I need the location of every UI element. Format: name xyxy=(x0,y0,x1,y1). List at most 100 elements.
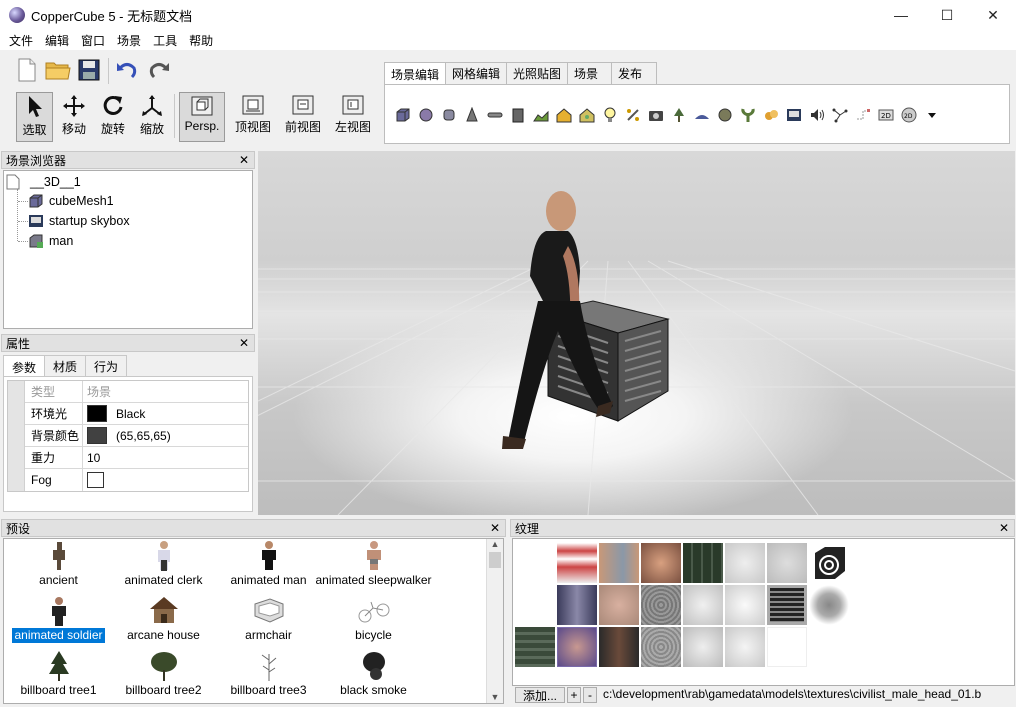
undo-button[interactable] xyxy=(113,56,141,84)
rotate-tool-button[interactable]: 旋转 xyxy=(95,92,131,142)
add-skybox-icon[interactable] xyxy=(784,105,803,124)
add-3d-icon[interactable]: 2D xyxy=(899,105,918,124)
background-color-swatch[interactable] xyxy=(87,427,107,444)
texture-thumb[interactable] xyxy=(641,627,681,667)
tab-scene-edit[interactable]: 场景编辑 xyxy=(384,62,447,85)
new-file-button[interactable] xyxy=(13,56,41,84)
menu-help[interactable]: 帮助 xyxy=(183,32,219,49)
menu-tools[interactable]: 工具 xyxy=(147,32,183,49)
add-cylinder-icon[interactable] xyxy=(439,105,458,124)
tab-lightmap[interactable]: 光照贴图 xyxy=(506,62,569,84)
presets-close-button[interactable]: ✕ xyxy=(490,521,500,535)
texture-thumb[interactable] xyxy=(683,585,723,625)
scroll-thumb[interactable] xyxy=(489,552,501,568)
menu-file[interactable]: 文件 xyxy=(3,32,39,49)
tab-parameters[interactable]: 参数 xyxy=(3,355,46,378)
texture-thumb[interactable] xyxy=(725,543,765,583)
texture-thumb[interactable] xyxy=(725,585,765,625)
texture-thumb[interactable] xyxy=(515,627,555,667)
add-cone-icon[interactable] xyxy=(462,105,481,124)
textures-close-button[interactable]: ✕ xyxy=(999,521,1009,535)
tab-material[interactable]: 材质 xyxy=(44,355,87,377)
add-plane-icon[interactable] xyxy=(485,105,504,124)
preset-item-billboard-tree3[interactable]: billboard tree3 xyxy=(216,649,321,701)
texture-thumb[interactable] xyxy=(557,543,597,583)
maximize-button[interactable]: ☐ xyxy=(924,0,970,30)
texture-thumb[interactable] xyxy=(809,585,849,625)
tab-publish[interactable]: 发布 xyxy=(611,62,658,84)
preset-item-ancient[interactable]: ancient xyxy=(6,539,111,591)
add-house-light-icon[interactable] xyxy=(577,105,596,124)
texture-thumb[interactable] xyxy=(641,543,681,583)
texture-thumb[interactable] xyxy=(683,627,723,667)
texture-thumb[interactable] xyxy=(599,627,639,667)
add-connector-icon[interactable] xyxy=(853,105,872,124)
add-particle-icon[interactable] xyxy=(623,105,642,124)
property-row-background[interactable]: 背景颜色 (65,65,65) xyxy=(8,424,248,447)
view-front-button[interactable]: 前视图 xyxy=(282,92,324,142)
texture-thumb[interactable] xyxy=(557,627,597,667)
preset-item-animated-clerk[interactable]: animated clerk xyxy=(111,539,216,591)
view-top-button[interactable]: 顶视图 xyxy=(232,92,274,142)
plus-button[interactable]: + xyxy=(567,687,581,703)
tab-mesh-edit[interactable]: 网格编辑 xyxy=(445,62,508,84)
view-left-button[interactable]: 左视图 xyxy=(332,92,374,142)
select-tool-button[interactable]: 选取 xyxy=(16,92,53,142)
redo-button[interactable] xyxy=(145,56,173,84)
scene-browser-close-button[interactable]: ✕ xyxy=(239,153,249,167)
add-cube-icon[interactable] xyxy=(393,105,412,124)
texture-thumb[interactable] xyxy=(767,627,807,667)
ambient-color-swatch[interactable] xyxy=(87,405,107,422)
add-water-icon[interactable] xyxy=(692,105,711,124)
texture-thumb[interactable] xyxy=(725,627,765,667)
add-path-icon[interactable] xyxy=(830,105,849,124)
add-sound-blob-icon[interactable] xyxy=(761,105,780,124)
add-texture-button[interactable]: 添加... xyxy=(515,687,565,703)
menu-edit[interactable]: 编辑 xyxy=(39,32,75,49)
save-file-button[interactable] xyxy=(75,56,103,84)
add-terrain-icon[interactable] xyxy=(531,105,550,124)
3d-viewport[interactable] xyxy=(258,151,1015,515)
texture-thumb[interactable] xyxy=(515,585,555,625)
tree-item-cubemesh[interactable]: cubeMesh1 xyxy=(28,191,114,211)
minimize-button[interactable]: — xyxy=(878,0,924,30)
property-row-gravity[interactable]: 重力 10 xyxy=(8,446,248,469)
scroll-down-icon[interactable]: ▼ xyxy=(487,692,503,702)
texture-thumb[interactable] xyxy=(767,585,807,625)
tree-item-skybox[interactable]: startup skybox xyxy=(28,211,130,231)
fog-checkbox[interactable] xyxy=(87,472,104,488)
preset-item-black-smoke[interactable]: black smoke xyxy=(321,649,426,701)
texture-thumb[interactable] xyxy=(683,543,723,583)
tree-item-man[interactable]: man xyxy=(28,231,73,251)
open-file-button[interactable] xyxy=(44,56,72,84)
add-sphere-icon[interactable] xyxy=(416,105,435,124)
tree-root[interactable]: __3D__1 xyxy=(6,172,81,192)
texture-thumb[interactable] xyxy=(767,543,807,583)
view-perspective-button[interactable]: Persp. xyxy=(179,92,225,142)
add-plant-icon[interactable] xyxy=(738,105,757,124)
tab-scene[interactable]: 场景 xyxy=(567,62,613,84)
preset-item-bicycle[interactable]: bicycle xyxy=(321,594,426,646)
properties-close-button[interactable]: ✕ xyxy=(239,336,249,350)
add-overlay-2d-icon[interactable]: 2D xyxy=(876,105,895,124)
close-button[interactable]: ✕ xyxy=(970,0,1016,30)
preset-item-animated-soldier[interactable]: animated soldier xyxy=(6,594,111,646)
preset-item-billboard-tree1[interactable]: billboard tree1 xyxy=(6,649,111,701)
preset-item-arcane-house[interactable]: arcane house xyxy=(111,594,216,646)
add-tree-icon[interactable] xyxy=(669,105,688,124)
presets-scrollbar[interactable]: ▲ ▼ xyxy=(486,539,503,703)
add-speaker-icon[interactable] xyxy=(807,105,826,124)
property-row-fog[interactable]: Fog xyxy=(8,469,248,491)
menu-scene[interactable]: 场景 xyxy=(111,32,147,49)
scroll-up-icon[interactable]: ▲ xyxy=(487,539,503,549)
texture-thumb[interactable] xyxy=(641,585,681,625)
preset-item-animated-man[interactable]: animated man xyxy=(216,539,321,591)
menu-window[interactable]: 窗口 xyxy=(75,32,111,49)
preset-item-animated-sleepwalker[interactable]: animated sleepwalker xyxy=(315,539,432,591)
property-row-ambient[interactable]: 环境光 Black xyxy=(8,402,248,425)
texture-thumb[interactable] xyxy=(557,585,597,625)
texture-thumb[interactable] xyxy=(599,543,639,583)
texture-thumb[interactable] xyxy=(599,585,639,625)
minus-button[interactable]: - xyxy=(583,687,597,703)
add-camera-icon[interactable] xyxy=(646,105,665,124)
